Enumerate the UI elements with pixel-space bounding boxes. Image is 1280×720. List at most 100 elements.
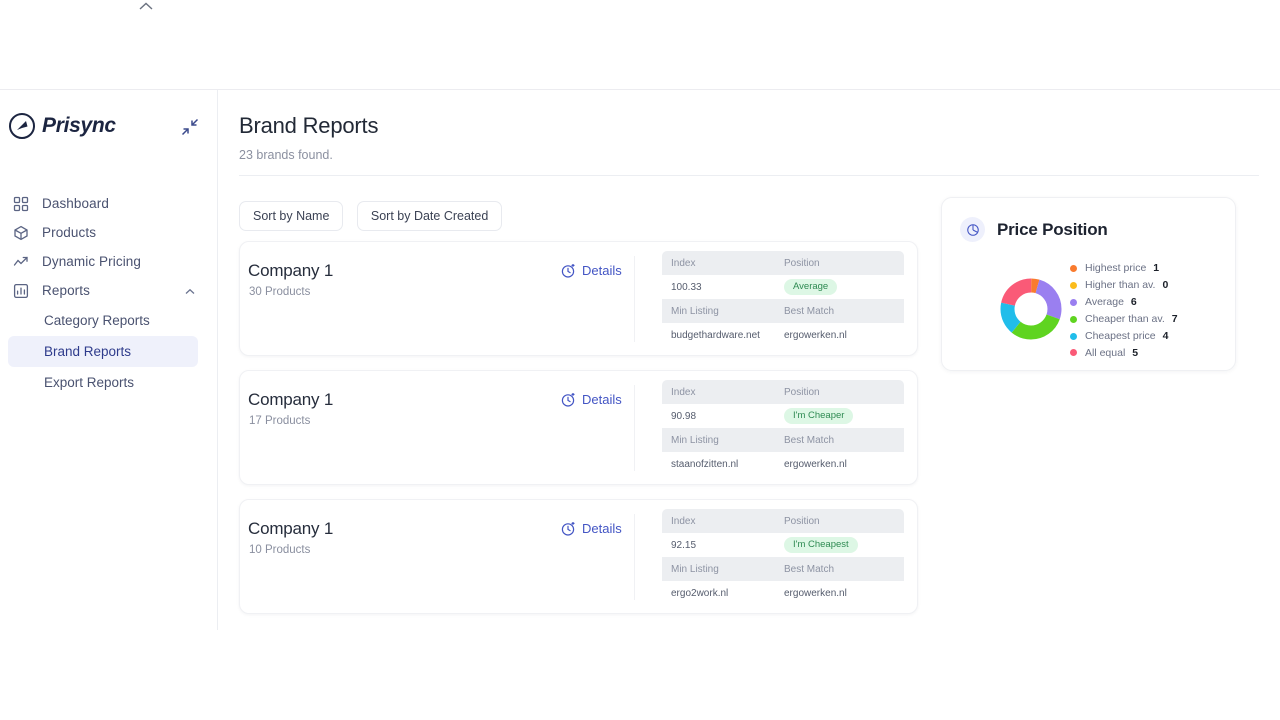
brand-name: Company 1 — [248, 261, 333, 281]
legend-label: Cheapest price — [1085, 330, 1156, 342]
price-position-donut-chart — [1000, 278, 1062, 340]
status-badge: I'm Cheapest — [784, 537, 858, 553]
metrics-table: Index Position 100.33 Average Min Listin… — [662, 251, 904, 347]
legend-item: Cheaper than av.7 — [1070, 311, 1178, 328]
table-row: ergo2work.nl ergowerken.nl — [662, 581, 904, 605]
app-root: Prisync Dashboard — [0, 0, 1280, 720]
clock-history-icon — [561, 522, 575, 536]
legend-color-dot — [1070, 349, 1077, 356]
index-value: 90.98 — [662, 411, 775, 422]
card-divider — [634, 514, 635, 600]
product-count: 10 Products — [249, 544, 310, 556]
metrics-table: Index Position 92.15 I'm Cheapest Min Li… — [662, 509, 904, 605]
sidebar-item-brand-reports[interactable]: Brand Reports — [8, 336, 198, 367]
position-cell: I'm Cheapest — [775, 537, 904, 553]
trending-up-icon — [12, 253, 30, 271]
status-badge: I'm Cheaper — [784, 408, 853, 424]
prisync-logo-icon — [8, 112, 36, 140]
legend-color-dot — [1070, 265, 1077, 272]
sidebar-nav: Dashboard Products Dynamic Pricing — [0, 162, 218, 398]
column-header-index: Index — [662, 516, 775, 527]
legend-value: 6 — [1131, 296, 1137, 308]
sidebar-item-label: Dynamic Pricing — [42, 254, 141, 269]
column-header-best-match: Best Match — [775, 435, 904, 446]
sort-by-name-button[interactable]: Sort by Name — [239, 201, 343, 231]
column-header-best-match: Best Match — [775, 306, 904, 317]
sidebar-subitem-label: Brand Reports — [44, 344, 131, 359]
status-badge: Average — [784, 279, 837, 295]
legend-item: Higher than av.0 — [1070, 277, 1178, 294]
position-cell: Average — [775, 279, 904, 295]
min-listing-value: staanofzitten.nl — [662, 459, 775, 470]
brand-report-card[interactable]: Company 1 10 Products Details — [239, 499, 918, 614]
details-link[interactable]: Details — [561, 263, 622, 278]
clock-history-icon — [561, 393, 575, 407]
legend-label: All equal — [1085, 347, 1125, 359]
top-strip — [0, 0, 1280, 89]
details-label: Details — [582, 521, 622, 536]
legend-value: 0 — [1162, 279, 1168, 291]
sidebar-subitem-label: Category Reports — [44, 313, 150, 328]
table-row: budgethardware.net ergowerken.nl — [662, 323, 904, 347]
bar-chart-icon — [12, 282, 30, 300]
legend-item: Average 6 — [1070, 294, 1178, 311]
column-header-index: Index — [662, 387, 775, 398]
metrics-table: Index Position 90.98 I'm Cheaper Min Lis… — [662, 380, 904, 476]
sidebar-item-label: Dashboard — [42, 196, 109, 211]
table-header-row: Min Listing Best Match — [662, 299, 904, 323]
card-summary: Company 1 30 Products Details — [240, 242, 636, 355]
table-header-row: Index Position — [662, 380, 904, 404]
card-divider — [634, 256, 635, 342]
sort-by-date-button[interactable]: Sort by Date Created — [357, 201, 502, 231]
card-divider — [634, 385, 635, 471]
sidebar: Prisync Dashboard — [0, 90, 218, 630]
page-subtitle: 23 brands found. — [239, 148, 333, 162]
details-label: Details — [582, 392, 622, 407]
legend-label: Average — [1085, 296, 1124, 308]
chevron-up-icon[interactable] — [137, 0, 155, 12]
table-header-row: Min Listing Best Match — [662, 557, 904, 581]
column-header-position: Position — [775, 258, 904, 269]
details-link[interactable]: Details — [561, 521, 622, 536]
best-match-value: ergowerken.nl — [775, 330, 904, 341]
legend-item: Cheapest price4 — [1070, 328, 1178, 345]
brand-report-card[interactable]: Company 1 17 Products Details — [239, 370, 918, 485]
brand-report-card[interactable]: Company 1 30 Products Details — [239, 241, 918, 356]
content-divider — [239, 175, 1259, 176]
legend-color-dot — [1070, 282, 1077, 289]
main-content: Brand Reports 23 brands found. Sort by N… — [218, 90, 1280, 720]
sidebar-item-dashboard[interactable]: Dashboard — [0, 189, 218, 218]
brand-name: Company 1 — [248, 390, 333, 410]
details-label: Details — [582, 263, 622, 278]
sidebar-item-category-reports[interactable]: Category Reports — [8, 305, 198, 336]
clock-history-icon — [561, 264, 575, 278]
page-title: Brand Reports — [239, 113, 378, 139]
brand-name: Company 1 — [248, 519, 333, 539]
sidebar-item-label: Products — [42, 225, 96, 240]
legend-color-dot — [1070, 299, 1077, 306]
details-link[interactable]: Details — [561, 392, 622, 407]
min-listing-value: ergo2work.nl — [662, 588, 775, 599]
index-value: 100.33 — [662, 282, 775, 293]
min-listing-value: budgethardware.net — [662, 330, 775, 341]
sidebar-item-reports[interactable]: Reports — [0, 276, 218, 305]
chevron-up-icon[interactable] — [184, 285, 196, 297]
legend-label: Highest price — [1085, 262, 1146, 274]
legend-value: 1 — [1153, 262, 1159, 274]
panel-header: Price Position — [960, 217, 1108, 242]
column-header-position: Position — [775, 387, 904, 398]
collapse-arrows-icon[interactable] — [181, 118, 199, 136]
table-row: 90.98 I'm Cheaper — [662, 404, 904, 428]
sidebar-item-dynamic-pricing[interactable]: Dynamic Pricing — [0, 247, 218, 276]
sidebar-item-products[interactable]: Products — [0, 218, 218, 247]
column-header-position: Position — [775, 516, 904, 527]
sidebar-item-export-reports[interactable]: Export Reports — [8, 367, 198, 398]
column-header-index: Index — [662, 258, 775, 269]
chart-legend: Highest price 1 Higher than av.0 Average 6 Ch… — [1070, 260, 1178, 361]
table-row: 100.33 Average — [662, 275, 904, 299]
legend-value: 5 — [1132, 347, 1138, 359]
grid-icon — [12, 195, 30, 213]
card-summary: Company 1 17 Products Details — [240, 371, 636, 484]
table-header-row: Min Listing Best Match — [662, 428, 904, 452]
table-row: staanofzitten.nl ergowerken.nl — [662, 452, 904, 476]
